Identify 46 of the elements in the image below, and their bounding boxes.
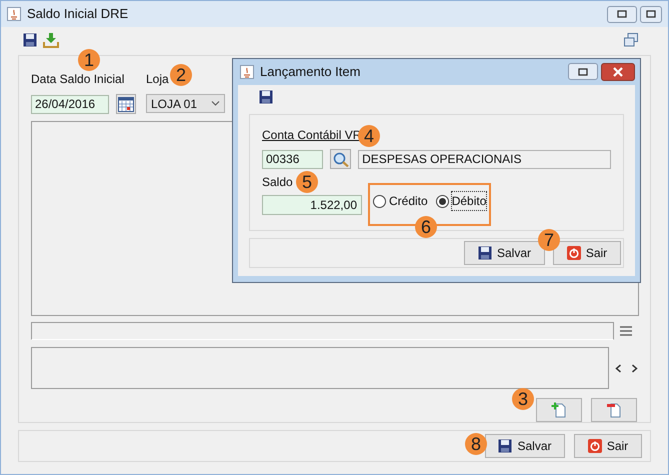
chevron-right-icon[interactable] [631,364,638,372]
close-icon [612,67,624,77]
dialog-title: Lançamento Item [260,63,360,82]
chevron-left-icon[interactable] [615,364,622,372]
add-item-button[interactable] [536,398,582,422]
add-document-icon [551,402,567,418]
save-button[interactable]: Salvar [485,434,565,458]
minimize-button[interactable] [640,6,662,22]
restore-button[interactable] [568,63,598,80]
balance-label: Saldo [262,174,293,191]
account-code-field[interactable]: 00336 [262,150,324,168]
power-icon [566,246,581,260]
download-icon [43,32,59,48]
window-title: Saldo Inicial DRE [27,5,128,24]
radio-option[interactable]: Débito [436,192,486,210]
power-icon [588,439,602,453]
maximize-icon [646,10,656,18]
close-button[interactable] [601,63,635,81]
remove-document-icon [606,402,622,418]
radio-option[interactable]: Crédito [373,192,428,210]
remove-item-button[interactable] [591,398,637,422]
restore-button[interactable] [607,6,637,22]
date-label: Data Saldo Inicial [31,71,124,88]
save-button[interactable]: Salvar [464,241,545,265]
calendar-button[interactable] [116,94,136,114]
search-icon [332,152,349,166]
store-label: Loja [146,71,169,88]
windows-icon [624,33,638,47]
save-button[interactable] [23,33,37,47]
exit-button[interactable]: Sair [553,241,621,265]
chevron-down-icon [211,101,220,106]
list-icon[interactable] [620,326,632,336]
save-button[interactable] [259,90,273,104]
exit-button[interactable]: Sair [574,434,642,458]
date-field[interactable]: 26/04/2016 [31,94,109,114]
app-icon [240,65,254,79]
calendar-icon [118,96,134,112]
restore-icon [578,68,588,76]
store-select[interactable]: LOJA 01 [146,94,225,113]
restore-icon [617,10,627,18]
import-button[interactable] [43,32,59,48]
windows-button[interactable] [624,33,638,47]
account-name-field: DESPESAS OPERACIONAIS [358,150,612,168]
search-button[interactable] [330,149,352,169]
balance-field[interactable]: 1.522,00 [262,195,362,215]
app-icon [7,7,21,21]
